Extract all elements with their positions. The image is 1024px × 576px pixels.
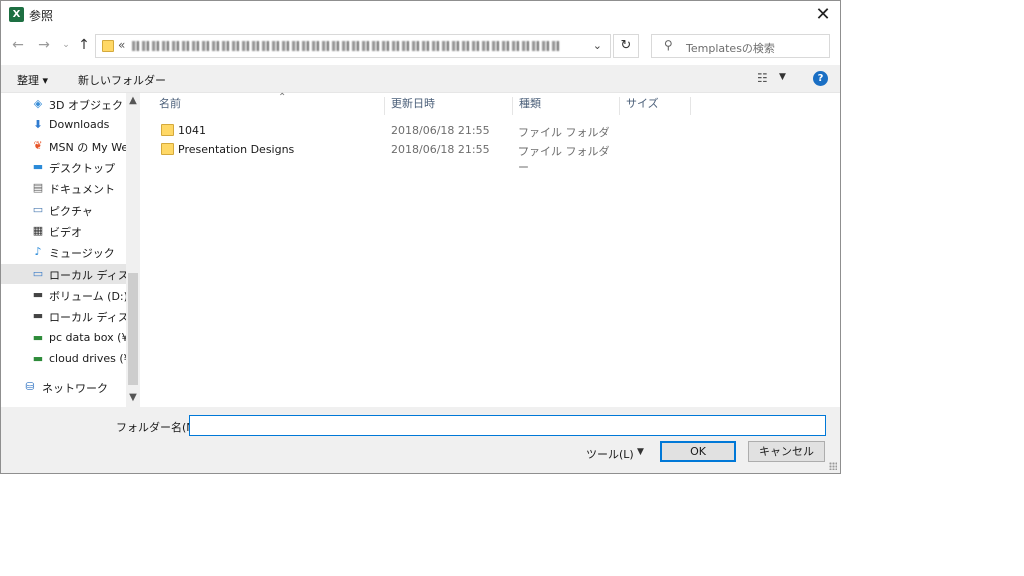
toolbar: 整理 ▾ 新しいフォルダー ☷ ▼ ? [1, 65, 840, 93]
column-header-name[interactable]: ⌃ 名前 [154, 92, 385, 115]
drive-icon: ▭ [32, 267, 44, 280]
cube-icon: ◈ [33, 97, 43, 110]
dialog-title: 参照 [29, 9, 54, 23]
open-dialog: X 参照 ✕ ← → ⌄ ↑ « ⌄ ↻ ⚲ Templatesの検索 整理 ▾… [0, 0, 841, 474]
navigation-pane: ◈ 3D オブジェクト ⬇ Downloads ❦ MSN の My Web ▬… [1, 93, 141, 407]
nav-item-downloads[interactable]: ⬇ Downloads [1, 115, 126, 135]
folder-icon [161, 143, 174, 155]
drive-icon: ▬ [32, 309, 44, 322]
nav-scrollbar[interactable]: ▲ ▼ [126, 93, 140, 407]
search-input[interactable]: Templatesの検索 [686, 40, 775, 56]
nav-item-documents[interactable]: ▤ ドキュメント [1, 178, 126, 198]
folder-icon [161, 124, 174, 136]
scroll-up-arrow-icon[interactable]: ▲ [126, 95, 140, 106]
picture-icon: ▭ [32, 203, 44, 216]
nav-item-cloud-drives[interactable]: ▬ cloud drives (¥¥N [1, 349, 126, 369]
network-drive-icon: ▬ [32, 331, 44, 344]
dialog-footer: フォルダー名(N): ツール(L) ▼ OK キャンセル [1, 407, 840, 473]
up-arrow-icon[interactable]: ↑ [75, 37, 93, 53]
close-button[interactable]: ✕ [812, 4, 834, 26]
organize-button[interactable]: 整理 ▾ [17, 72, 48, 88]
excel-icon: X [9, 7, 24, 22]
column-header-type[interactable]: 種類 [514, 97, 620, 115]
file-list: ⌃ 名前 更新日時 種類 サイズ 1041 2018/06/18 21:55 フ… [141, 92, 840, 407]
scroll-down-arrow-icon[interactable]: ▼ [126, 392, 140, 403]
nav-item-msn[interactable]: ❦ MSN の My Web [1, 136, 126, 156]
nav-item-pictures[interactable]: ▭ ピクチャ [1, 200, 126, 220]
music-note-icon: ♪ [34, 245, 42, 258]
folder-icon [102, 40, 114, 52]
scroll-thumb[interactable] [128, 273, 138, 385]
nav-item-volume-d[interactable]: ▬ ボリューム (D:) [1, 285, 126, 305]
document-icon: ▤ [32, 181, 44, 194]
video-icon: ▦ [32, 224, 44, 237]
view-caret-icon[interactable]: ▼ [779, 72, 786, 82]
network-icon: ⛁ [25, 380, 35, 393]
new-folder-button[interactable]: 新しいフォルダー [78, 72, 166, 88]
sort-caret-icon: ⌃ [278, 92, 287, 103]
msn-butterfly-icon: ❦ [33, 139, 43, 152]
nav-item-videos[interactable]: ▦ ビデオ [1, 221, 126, 241]
nav-item-desktop[interactable]: ▬ デスクトップ [1, 157, 126, 177]
refresh-button[interactable]: ↻ [613, 34, 639, 58]
path-overflow-chevron[interactable]: « [118, 38, 125, 52]
drive-icon: ▬ [32, 288, 44, 301]
help-icon[interactable]: ? [813, 71, 828, 86]
file-row[interactable]: 1041 2018/06/18 21:55 ファイル フォルダー [157, 122, 617, 155]
column-header-modified[interactable]: 更新日時 [386, 97, 513, 115]
nav-item-network[interactable]: ⛁ ネットワーク [1, 377, 126, 397]
address-row: ← → ⌄ ↑ « ⌄ ↻ ⚲ Templatesの検索 [1, 29, 840, 65]
tools-caret-icon[interactable]: ▼ [637, 447, 644, 457]
folder-name-field[interactable] [189, 415, 826, 436]
recent-locations-caret-icon[interactable]: ⌄ [57, 40, 75, 50]
ok-button[interactable]: OK [660, 441, 736, 462]
obscured-path[interactable] [132, 41, 562, 51]
file-row[interactable]: Presentation Designs 2018/06/18 21:55 ファ… [157, 141, 617, 174]
view-options-icon[interactable]: ☷ [757, 71, 768, 85]
address-bar[interactable]: « ⌄ [95, 34, 611, 58]
download-arrow-icon: ⬇ [33, 118, 43, 131]
title-bar: X 参照 ✕ [1, 1, 840, 29]
desktop-icon: ▬ [32, 160, 44, 173]
cancel-button[interactable]: キャンセル [748, 441, 825, 462]
tools-button[interactable]: ツール(L) [586, 446, 634, 462]
network-drive-icon: ▬ [32, 352, 44, 365]
nav-item-local-disk-f[interactable]: ▬ ローカル ディスク (F [1, 306, 126, 326]
search-box[interactable]: ⚲ Templatesの検索 [651, 34, 830, 58]
back-arrow-icon[interactable]: ← [9, 37, 27, 53]
column-header-size[interactable]: サイズ [621, 97, 691, 115]
resize-grip-icon[interactable] [829, 462, 837, 470]
nav-item-pc-data-box[interactable]: ▬ pc data box (¥¥N [1, 328, 126, 348]
nav-item-local-disk-c[interactable]: ▭ ローカル ディスク (C [1, 264, 126, 284]
search-icon: ⚲ [664, 38, 673, 52]
forward-arrow-icon[interactable]: → [35, 37, 53, 53]
nav-item-3d-objects[interactable]: ◈ 3D オブジェクト [1, 94, 126, 114]
nav-item-music[interactable]: ♪ ミュージック [1, 242, 126, 262]
chevron-down-icon[interactable]: ⌄ [593, 39, 602, 52]
